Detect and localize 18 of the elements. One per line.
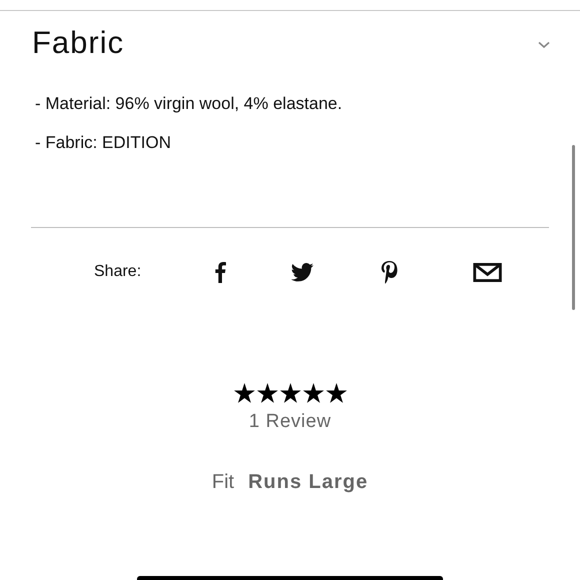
share-label: Share: [94, 263, 142, 281]
star-icon [234, 383, 254, 403]
star-icon [256, 383, 278, 403]
scrollbar[interactable] [572, 145, 575, 310]
facebook-icon[interactable] [214, 261, 226, 283]
mail-icon[interactable] [473, 262, 502, 282]
fit-label: Fit [212, 471, 234, 494]
review-count[interactable]: 1 Review [248, 411, 332, 433]
detail-text: - Fabric: EDITION [35, 132, 172, 154]
detail-text: - Material: 96% virgin wool, 4% elastane. [35, 93, 344, 115]
star-icon [326, 383, 346, 403]
chevron-down-icon[interactable] [538, 41, 550, 49]
section-title: Fabric [32, 25, 124, 61]
fit-value: Runs Large [248, 471, 368, 494]
star-icon [280, 383, 300, 403]
pinterest-icon[interactable] [380, 260, 398, 284]
bird-icon[interactable] [291, 262, 314, 282]
star-icon [302, 383, 324, 403]
